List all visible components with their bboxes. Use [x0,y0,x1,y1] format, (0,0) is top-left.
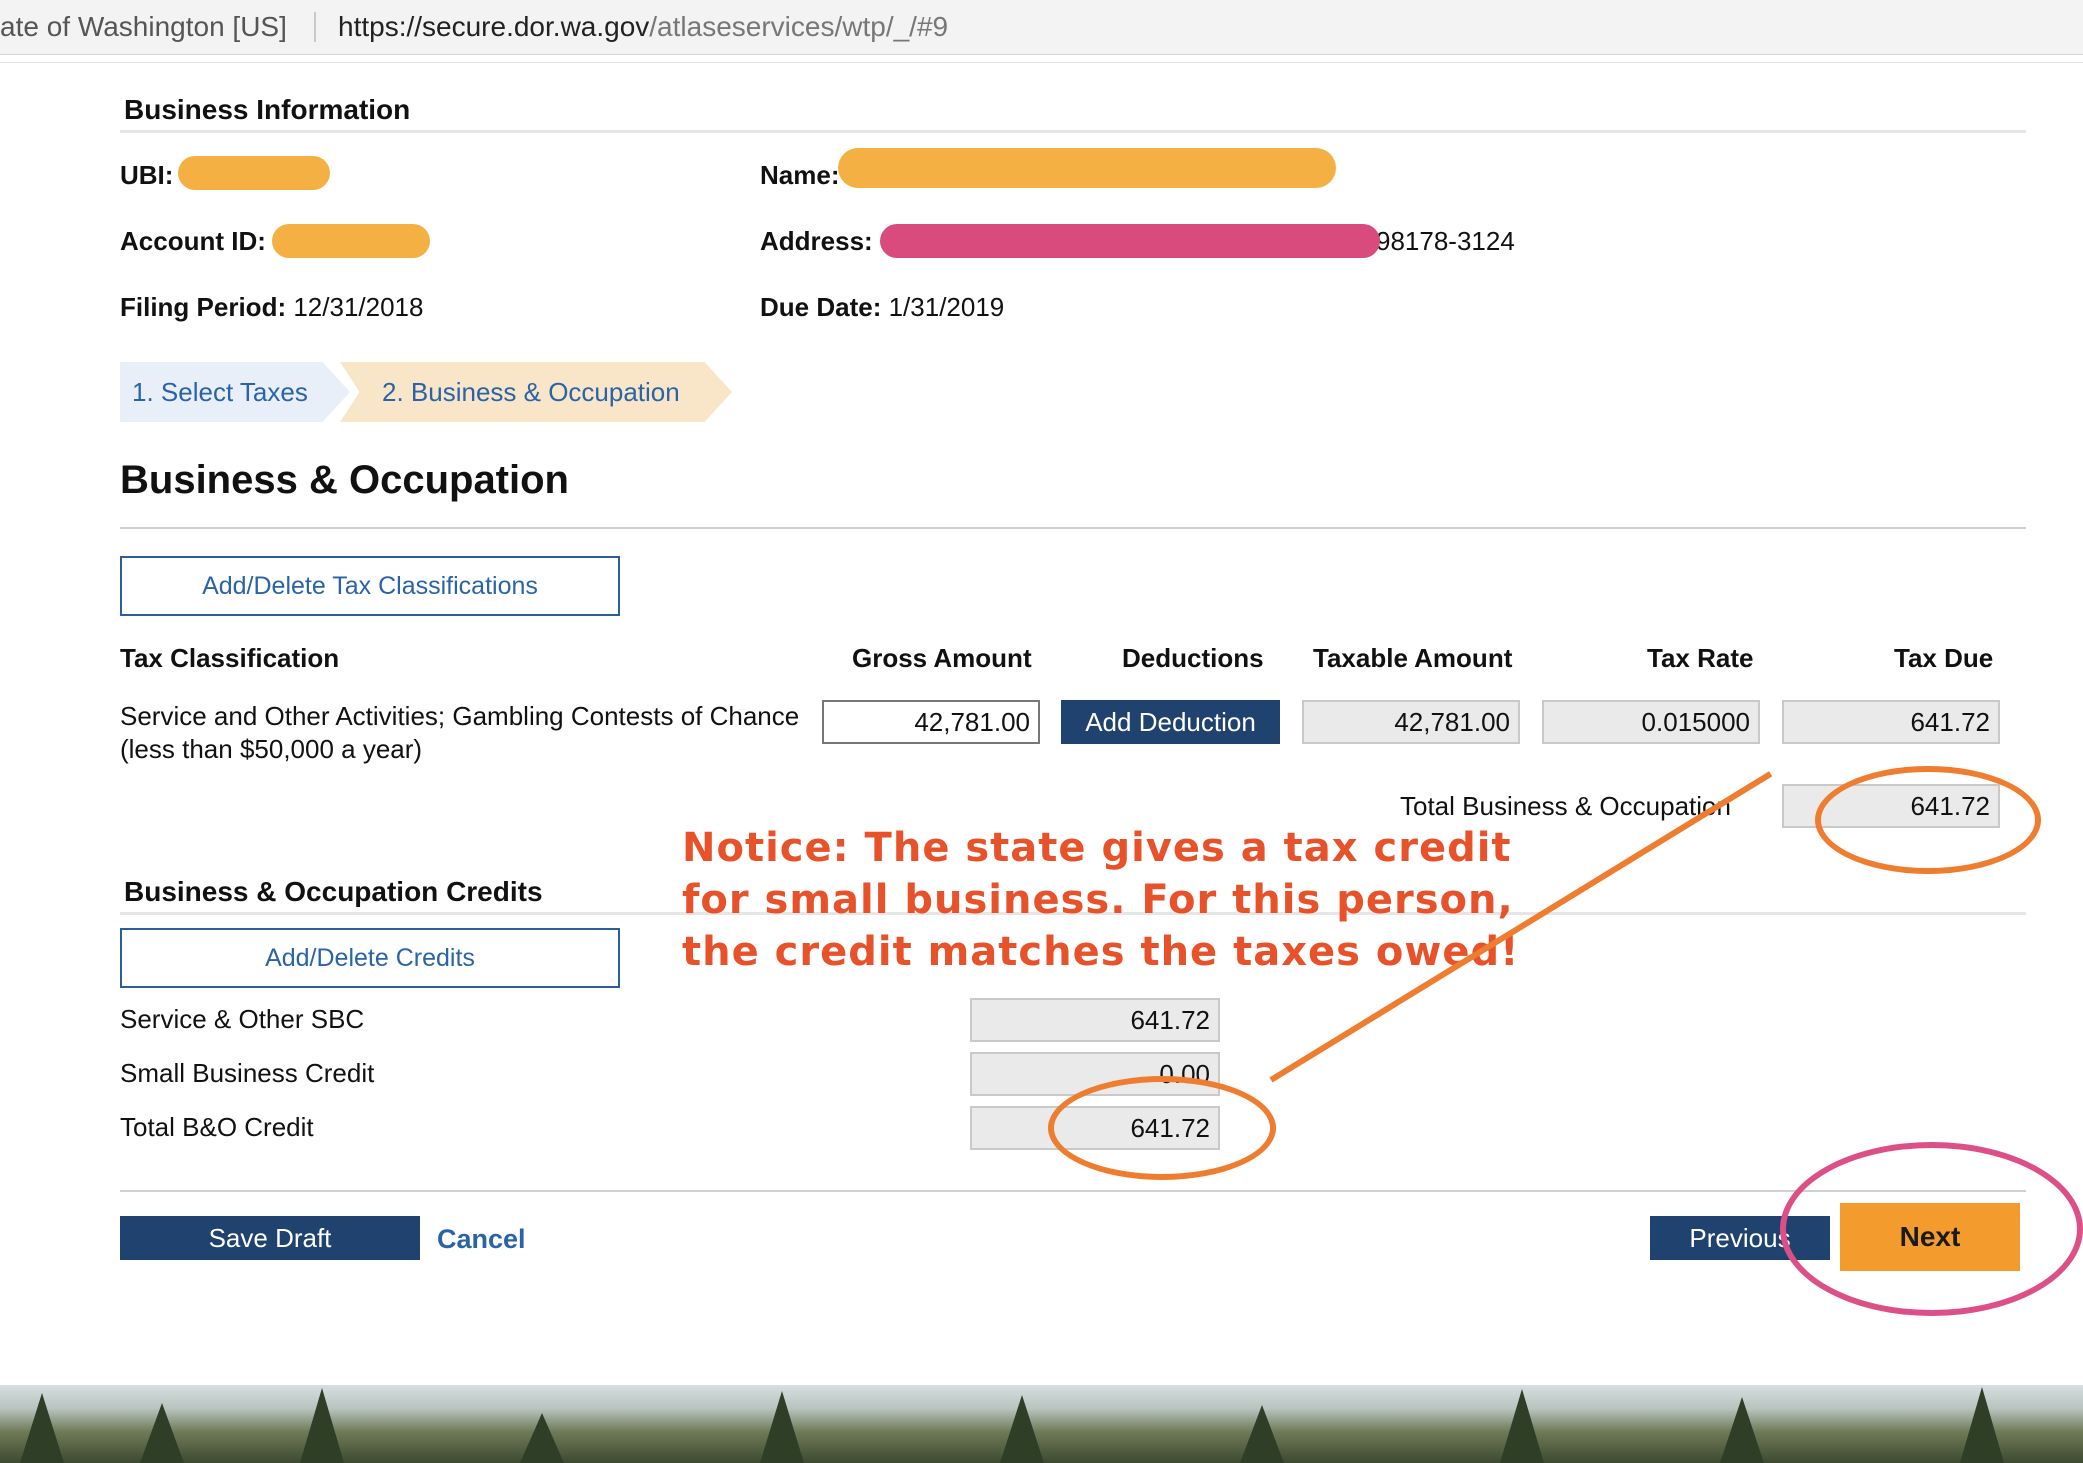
filing-period-label: Filing Period: [120,292,287,322]
add-deduction-button[interactable]: Add Deduction [1061,700,1280,744]
divider [120,527,2026,529]
annotation-note: Notice: The state gives a tax credit for… [682,825,1520,975]
header-tax-due: Tax Due [1894,643,1994,673]
tree-shape [1240,1405,1284,1463]
redaction-mark [880,224,1380,258]
name-field: Name: [760,160,839,191]
account-id-label: Account ID: [120,226,266,256]
url-host: https://secure.dor.wa.gov [338,11,650,42]
due-date-field: Due Date: 1/31/2019 [760,292,1004,323]
filing-period-field: Filing Period: 12/31/2018 [120,292,423,323]
ubi-field: UBI: [120,160,173,191]
highlight-circle [1780,1142,2083,1316]
tax-due-field: 641.72 [1782,700,2000,744]
url-path: /atlaseservices/wtp/_/#9 [649,11,949,42]
tree-shape [20,1393,64,1463]
divider [120,130,2026,133]
address-field: Address: [760,226,873,257]
step-select-taxes[interactable]: 1. Select Taxes [120,362,350,422]
tree-shape [520,1413,564,1463]
ubi-label: UBI: [120,160,174,190]
footer-landscape-image [0,1385,2083,1463]
filing-period-value: 12/31/2018 [293,292,424,322]
tree-shape [300,1388,344,1463]
header-taxable-amount: Taxable Amount [1313,643,1513,673]
header-tax-classification: Tax Classification [120,643,340,673]
header-deductions: Deductions [1122,643,1264,673]
browser-url-bar[interactable]: ate of Washington [US] https://secure.do… [0,0,2083,55]
credit-label: Service & Other SBC [120,1004,365,1034]
tree-shape [760,1391,804,1463]
name-label: Name: [760,160,840,190]
highlight-circle [1048,1076,1276,1180]
add-delete-tax-classifications-button[interactable]: Add/Delete Tax Classifications [120,556,620,616]
tree-shape [1960,1387,2004,1463]
add-delete-credits-button[interactable]: Add/Delete Credits [120,928,620,988]
account-id-field: Account ID: [120,226,266,257]
divider [0,62,2083,63]
header-gross-amount: Gross Amount [852,643,1032,673]
credits-title: Business & Occupation Credits [124,876,543,907]
credit-label: Small Business Credit [120,1058,375,1088]
url-text[interactable]: https://secure.dor.wa.gov/atlaseservices… [338,0,948,54]
total-bo-label: Total Business & Occupation [1400,791,1731,821]
cancel-link[interactable]: Cancel [437,1224,526,1255]
site-identity: ate of Washington [US] [0,11,287,42]
taxable-amount-field: 42,781.00 [1302,700,1520,744]
credit-value: 641.72 [970,998,1220,1042]
address-zip: 98178-3124 [1376,226,1515,256]
redaction-mark [838,148,1336,188]
redaction-mark [178,156,330,190]
save-draft-button[interactable]: Save Draft [120,1216,420,1260]
address-label: Address: [760,226,873,256]
classification-description: Service and Other Activities; Gambling C… [120,701,800,764]
tree-shape [1500,1389,1544,1463]
tree-shape [1000,1395,1044,1463]
tree-shape [140,1403,184,1463]
business-info-title: Business Information [124,94,411,125]
credit-label: Total B&O Credit [120,1112,314,1142]
header-tax-rate: Tax Rate [1647,643,1754,673]
tree-shape [1720,1397,1764,1463]
due-date-value: 1/31/2019 [888,292,1005,322]
due-date-label: Due Date: [760,292,882,322]
step-business-occupation[interactable]: 2. Business & Occupation [340,362,732,422]
url-bar-divider [314,12,316,42]
divider [120,1190,2026,1192]
tax-rate-field: 0.015000 [1542,700,1760,744]
page-title: Business & Occupation [120,458,569,502]
redaction-mark [272,224,430,258]
highlight-circle [1815,766,2041,874]
gross-amount-input[interactable]: 42,781.00 [822,700,1040,744]
